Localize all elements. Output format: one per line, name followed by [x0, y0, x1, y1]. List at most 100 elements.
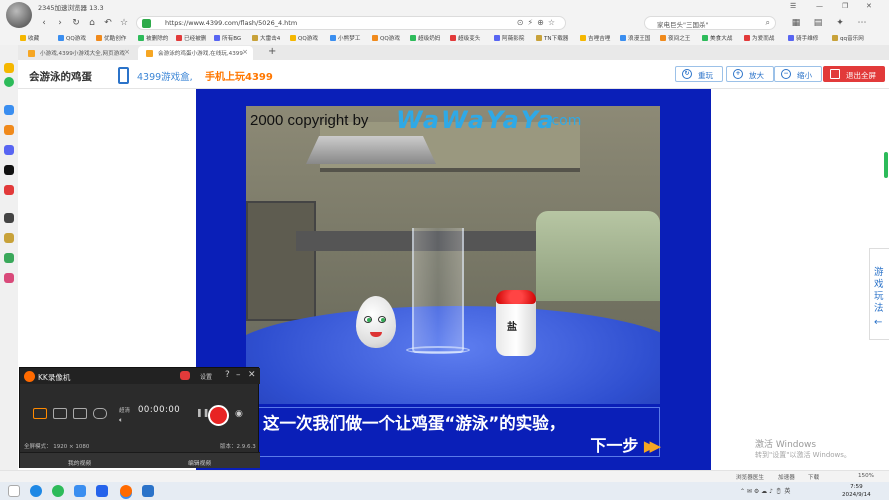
sidebar-game2-icon[interactable]: [4, 213, 14, 223]
menu-icon[interactable]: ☰: [790, 2, 796, 10]
bookmark-item[interactable]: 吉哩吉哩: [580, 34, 610, 42]
bookmark-item[interactable]: 为爱而战: [744, 34, 774, 42]
game-box-promo[interactable]: 4399游戏盒,: [137, 69, 193, 83]
sidebar-game-icon[interactable]: [4, 145, 14, 155]
favorite-icon[interactable]: ☆: [118, 17, 130, 29]
refresh-icon[interactable]: ↻: [70, 17, 82, 29]
undo-icon[interactable]: ↶: [102, 17, 114, 29]
bookmark-item[interactable]: 所有BG: [214, 34, 241, 42]
user-avatar[interactable]: [6, 2, 32, 28]
more-icon[interactable]: ⋯: [856, 17, 868, 29]
address-bar[interactable]: https://www.4399.com/flash/5026_4.htm ⊙⚡…: [136, 16, 566, 30]
gameplay-side-tab[interactable]: 游戏玩法 ←: [869, 248, 889, 340]
bookmark-item[interactable]: QQ游戏: [290, 34, 318, 42]
bookmark-item[interactable]: 超级奶妈: [410, 34, 440, 42]
zoom-in-button[interactable]: + 放大: [726, 66, 774, 82]
recorder-minimize-icon[interactable]: –: [236, 370, 241, 380]
egg-character[interactable]: [356, 296, 396, 348]
sidebar-tools-icon[interactable]: [4, 125, 14, 135]
address-bar-tools-icon[interactable]: ⊙⚡⊕☆: [517, 18, 559, 27]
help-icon[interactable]: ?: [225, 370, 230, 380]
bookmark-item[interactable]: 优酷创作: [96, 34, 126, 42]
tab-4399-home[interactable]: 小游戏,4399小游戏大全,网页游戏 ×: [20, 46, 135, 60]
new-tab-icon[interactable]: +: [268, 46, 276, 57]
scroll-indicator[interactable]: [884, 152, 888, 178]
region-mode-icon[interactable]: [53, 408, 67, 419]
bookmark-item[interactable]: 大雷击4: [252, 34, 280, 42]
sidebar-news-icon[interactable]: [4, 185, 14, 195]
sidebar-chat-icon[interactable]: [4, 77, 14, 87]
forward-icon[interactable]: ›: [54, 17, 66, 29]
replay-button[interactable]: ↻ 重玩: [675, 66, 723, 82]
app-icon[interactable]: [74, 485, 86, 497]
bookmark-item[interactable]: 阿薇影院: [494, 34, 524, 42]
bookmark-item[interactable]: 超级变头: [450, 34, 480, 42]
close-window-button[interactable]: ✕: [866, 2, 872, 10]
url-text[interactable]: https://www.4399.com/flash/5026_4.htm: [165, 19, 297, 27]
sidebar-game3-icon[interactable]: [4, 233, 14, 243]
bookmark-item[interactable]: 收藏: [20, 34, 39, 42]
water-glass[interactable]: [412, 228, 464, 353]
bookmark-item[interactable]: qq音乐网: [832, 34, 864, 42]
sidebar-app-icon[interactable]: [4, 105, 14, 115]
window-mode-icon[interactable]: [73, 408, 87, 419]
zoom-level[interactable]: 150%: [858, 473, 874, 479]
maximize-button[interactable]: ❐: [842, 2, 848, 10]
bookmark-item[interactable]: 小熊梦工: [330, 34, 360, 42]
status-item[interactable]: 下载: [808, 473, 819, 481]
sidebar-game5-icon[interactable]: [4, 273, 14, 283]
extensions-icon[interactable]: ▦: [790, 17, 802, 29]
tray-icons[interactable]: ⌃ ✉ ⚙ ☁ ♪ 🔋︎ 英: [740, 486, 790, 495]
sidebar-tiktok-icon[interactable]: [4, 165, 14, 175]
browser-icon[interactable]: [52, 485, 64, 497]
bookmark-item[interactable]: TN下载器: [536, 34, 568, 42]
tab-close-icon[interactable]: ×: [242, 48, 248, 56]
zoom-out-button[interactable]: − 缩小: [774, 66, 822, 82]
tab-close-icon[interactable]: ×: [124, 48, 130, 56]
minimize-button[interactable]: —: [816, 2, 823, 10]
search-box[interactable]: 家电巨头"三国杀" ⌕: [644, 16, 776, 30]
lightning-icon[interactable]: [96, 485, 108, 497]
bookmark-item[interactable]: 浪漫王国: [620, 34, 650, 42]
recorder-close-icon[interactable]: ✕: [248, 370, 256, 380]
edge-icon[interactable]: [30, 485, 42, 497]
toolbox-icon[interactable]: ✦: [834, 17, 846, 29]
back-icon[interactable]: ‹: [38, 17, 50, 29]
salt-shaker[interactable]: 盐: [496, 290, 536, 356]
kk-taskbar-icon[interactable]: [120, 485, 132, 497]
quality-label[interactable]: 超清: [119, 406, 130, 414]
my-videos-button[interactable]: 我的视频: [68, 458, 91, 467]
exit-fullscreen-button[interactable]: 退出全屏: [823, 66, 885, 82]
bookmark-item[interactable]: QQ游戏: [372, 34, 400, 42]
bookmark-item[interactable]: 被删除的: [138, 34, 168, 42]
search-icon[interactable]: ⌕: [766, 18, 770, 28]
start-icon[interactable]: [8, 485, 20, 497]
bookmark-item[interactable]: 骑手维修: [788, 34, 818, 42]
game-mode-icon[interactable]: [93, 408, 107, 419]
grid-icon[interactable]: ▤: [812, 17, 824, 29]
search-text[interactable]: 家电巨头"三国杀": [657, 19, 708, 29]
mobile-promo[interactable]: 手机上玩4399: [205, 68, 273, 83]
status-item[interactable]: 加速器: [778, 473, 795, 481]
bookmark-item[interactable]: 已经被删: [176, 34, 206, 42]
sidebar-star-icon[interactable]: [4, 63, 14, 73]
bookmark-item[interactable]: 美食大战: [702, 34, 732, 42]
bookmark-item[interactable]: QQ游戏: [58, 34, 86, 42]
volume-icon[interactable]: 🔈︎: [119, 416, 123, 425]
tab-swimming-egg[interactable]: 会游泳的鸡蛋小游戏,在线玩,4399 ×: [138, 46, 253, 60]
app2-icon[interactable]: [142, 485, 154, 497]
kk-recorder-window[interactable]: KK录像机 设置 ? – ✕ 超清 🔈︎ 00:00:00 ❚❚ ◉ 全屏模式：…: [19, 367, 260, 468]
screenshot-camera-icon[interactable]: ◉: [235, 409, 243, 419]
sidebar-game4-icon[interactable]: [4, 253, 14, 263]
home-icon[interactable]: ⌂: [86, 17, 98, 29]
record-badge-icon[interactable]: [180, 371, 190, 380]
next-step-button[interactable]: 下一步 ▶▶: [590, 432, 661, 456]
edit-video-button[interactable]: 编辑视频: [188, 458, 211, 467]
settings-button[interactable]: 设置: [200, 372, 212, 381]
status-item[interactable]: 浏览器医生: [736, 473, 764, 481]
zoom-in-icon: +: [733, 69, 743, 79]
record-button[interactable]: [208, 405, 229, 426]
game-canvas[interactable]: 2000 copyright by WaWaYaYa .com 盐: [246, 106, 660, 404]
bookmark-item[interactable]: 夜间之王: [660, 34, 690, 42]
fullscreen-mode-icon[interactable]: [33, 408, 47, 419]
